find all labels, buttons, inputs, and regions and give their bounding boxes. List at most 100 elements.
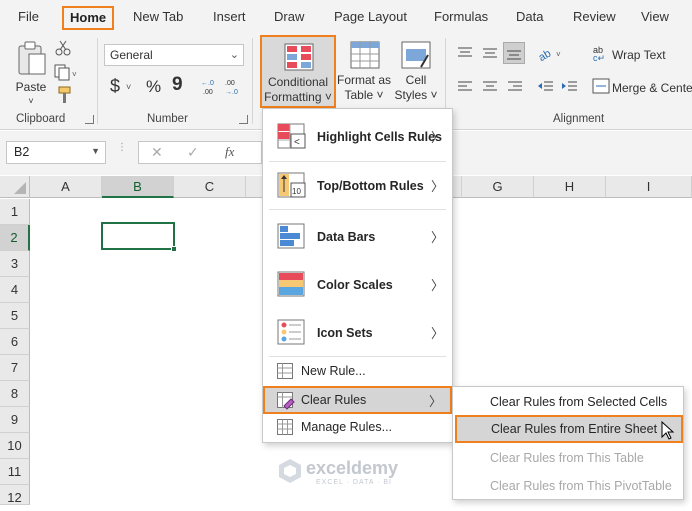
- fill-handle[interactable]: [171, 246, 177, 252]
- decrease-decimal-icon[interactable]: .00 →.0: [224, 76, 244, 96]
- number-format-value: General: [110, 48, 153, 62]
- chevron-down-icon: ˅: [126, 82, 132, 92]
- menu-item-top-bottom-rules[interactable]: 10 Top/Bottom Rules 〉: [263, 162, 452, 210]
- menu-item-manage-rules[interactable]: Manage Rules...: [263, 414, 452, 441]
- number-format-dropdown[interactable]: General ⌄: [104, 44, 244, 66]
- merge-center-icon[interactable]: [592, 78, 610, 94]
- decrease-indent-icon[interactable]: [538, 80, 554, 94]
- insert-function-button[interactable]: fx: [225, 144, 234, 160]
- row-header-10[interactable]: 10: [0, 433, 30, 459]
- row-header-5[interactable]: 5: [0, 303, 30, 329]
- active-cell-b2[interactable]: [101, 222, 175, 250]
- tab-home[interactable]: Home: [62, 6, 115, 30]
- dropdown-arrow-icon: ▼: [91, 146, 100, 156]
- copy-icon[interactable]: ˅: [54, 64, 78, 82]
- row-header-4[interactable]: 4: [0, 277, 30, 303]
- clipboard-launcher-icon[interactable]: [85, 115, 94, 124]
- column-header-b[interactable]: B: [102, 176, 174, 198]
- format-as-table-button[interactable]: Format as Table ˅: [336, 35, 392, 108]
- menu-separator: [269, 209, 446, 210]
- column-header-h[interactable]: H: [534, 176, 606, 198]
- row-header-9[interactable]: 9: [0, 407, 30, 433]
- format-painter-icon[interactable]: [54, 86, 72, 104]
- ribbon-separator: [252, 38, 253, 124]
- align-bottom-icon[interactable]: [503, 42, 525, 64]
- alignment-group-label: Alignment: [553, 113, 605, 125]
- orientation-icon[interactable]: ab ˅: [537, 44, 564, 65]
- increase-decimal-icon[interactable]: ←.0.00: [200, 76, 220, 96]
- clear-this-pivottable-label: Clear Rules from This PivotTable: [490, 479, 672, 493]
- column-header-c[interactable]: C: [174, 176, 246, 198]
- row-header-3[interactable]: 3: [0, 251, 30, 277]
- menu-separator: [269, 356, 446, 357]
- percent-button[interactable]: %: [146, 77, 161, 97]
- tab-new-tab[interactable]: New Tab: [127, 6, 189, 30]
- cell-styles-button[interactable]: Cell Styles ˅: [393, 35, 439, 108]
- row-header-7[interactable]: 7: [0, 355, 30, 381]
- wrap-text-button[interactable]: Wrap Text: [612, 48, 666, 62]
- name-box[interactable]: B2 ▼: [6, 141, 106, 164]
- format-as-table-label-1: Format as: [336, 73, 391, 87]
- chevron-down-icon: ⌄: [229, 49, 239, 61]
- paste-button[interactable]: Paste ˅: [14, 40, 48, 106]
- tab-insert[interactable]: Insert: [207, 6, 252, 30]
- row-header-12[interactable]: 12: [0, 485, 30, 505]
- top-bottom-rules-icon: 10: [277, 172, 306, 198]
- menu-item-data-bars[interactable]: Data Bars 〉: [263, 213, 452, 261]
- clipboard-group-label: Clipboard: [16, 113, 66, 125]
- align-left-icon[interactable]: [457, 80, 473, 94]
- tab-data[interactable]: Data: [510, 6, 549, 30]
- currency-button[interactable]: $: [110, 76, 120, 97]
- tab-view[interactable]: View: [635, 6, 675, 30]
- svg-text:˅: ˅: [556, 50, 561, 59]
- align-middle-icon[interactable]: [482, 46, 498, 60]
- tab-file[interactable]: File: [12, 6, 45, 30]
- increase-indent-icon[interactable]: [562, 80, 578, 94]
- select-all-corner[interactable]: [0, 176, 30, 198]
- row-header-8[interactable]: 8: [0, 381, 30, 407]
- exceldemy-logo-icon: [279, 459, 301, 483]
- menu-item-clear-entire-sheet[interactable]: Clear Rules from Entire Sheet: [455, 415, 683, 443]
- check-icon[interactable]: ✓: [187, 144, 199, 161]
- tab-draw[interactable]: Draw: [268, 6, 310, 30]
- row-header-1[interactable]: 1: [0, 199, 30, 225]
- tab-formulas[interactable]: Formulas: [428, 6, 494, 30]
- row-header-2[interactable]: 2: [0, 225, 30, 251]
- number-launcher-icon[interactable]: [239, 115, 248, 124]
- align-top-icon[interactable]: [457, 46, 473, 60]
- clear-rules-label: Clear Rules: [301, 393, 367, 407]
- paste-label: Paste: [15, 80, 47, 94]
- tab-page-layout[interactable]: Page Layout: [328, 6, 413, 30]
- clear-selected-cells-label: Clear Rules from Selected Cells: [490, 395, 668, 409]
- cut-icon[interactable]: [55, 40, 71, 56]
- row-header-11[interactable]: 11: [0, 459, 30, 485]
- topbottom-icon-glyph: 10: [292, 187, 301, 196]
- menu-item-clear-rules[interactable]: Clear Rules 〉: [263, 386, 452, 414]
- svg-text:←.0: ←.0: [201, 80, 214, 87]
- column-header-g[interactable]: G: [462, 176, 534, 198]
- align-right-icon[interactable]: [507, 80, 523, 94]
- tab-review[interactable]: Review: [567, 6, 622, 30]
- column-header-a[interactable]: A: [30, 176, 102, 198]
- chevron-right-icon: 〉: [430, 179, 444, 194]
- menu-item-highlight-cells-rules[interactable]: < Highlight Cells Rules 〉: [263, 113, 452, 161]
- drag-handle-icon[interactable]: ⋮: [117, 143, 127, 161]
- cancel-icon[interactable]: ✕: [151, 144, 163, 161]
- menu-item-icon-sets[interactable]: Icon Sets 〉: [263, 309, 452, 357]
- new-rule-icon: [277, 363, 293, 379]
- column-header-i[interactable]: I: [606, 176, 692, 198]
- row-header-6[interactable]: 6: [0, 329, 30, 355]
- comma-style-button[interactable]: 9: [172, 74, 183, 96]
- menu-item-clear-selected-cells[interactable]: Clear Rules from Selected Cells: [453, 389, 683, 416]
- menu-item-color-scales[interactable]: Color Scales 〉: [263, 261, 452, 309]
- cell-styles-icon: [401, 41, 431, 69]
- merge-center-button[interactable]: Merge & Cente: [612, 81, 692, 95]
- format-as-table-label-2: Table ˅: [344, 88, 384, 102]
- conditional-formatting-label-2: Formatting ˅: [264, 90, 332, 104]
- chevron-right-icon: 〉: [430, 230, 444, 245]
- conditional-formatting-button[interactable]: Conditional Formatting ˅: [260, 35, 336, 108]
- wrap-text-icon[interactable]: ab c↵: [592, 44, 610, 63]
- align-center-icon[interactable]: [482, 80, 498, 94]
- icon-sets-label: Icon Sets: [317, 326, 373, 340]
- menu-item-new-rule[interactable]: New Rule...: [263, 358, 452, 385]
